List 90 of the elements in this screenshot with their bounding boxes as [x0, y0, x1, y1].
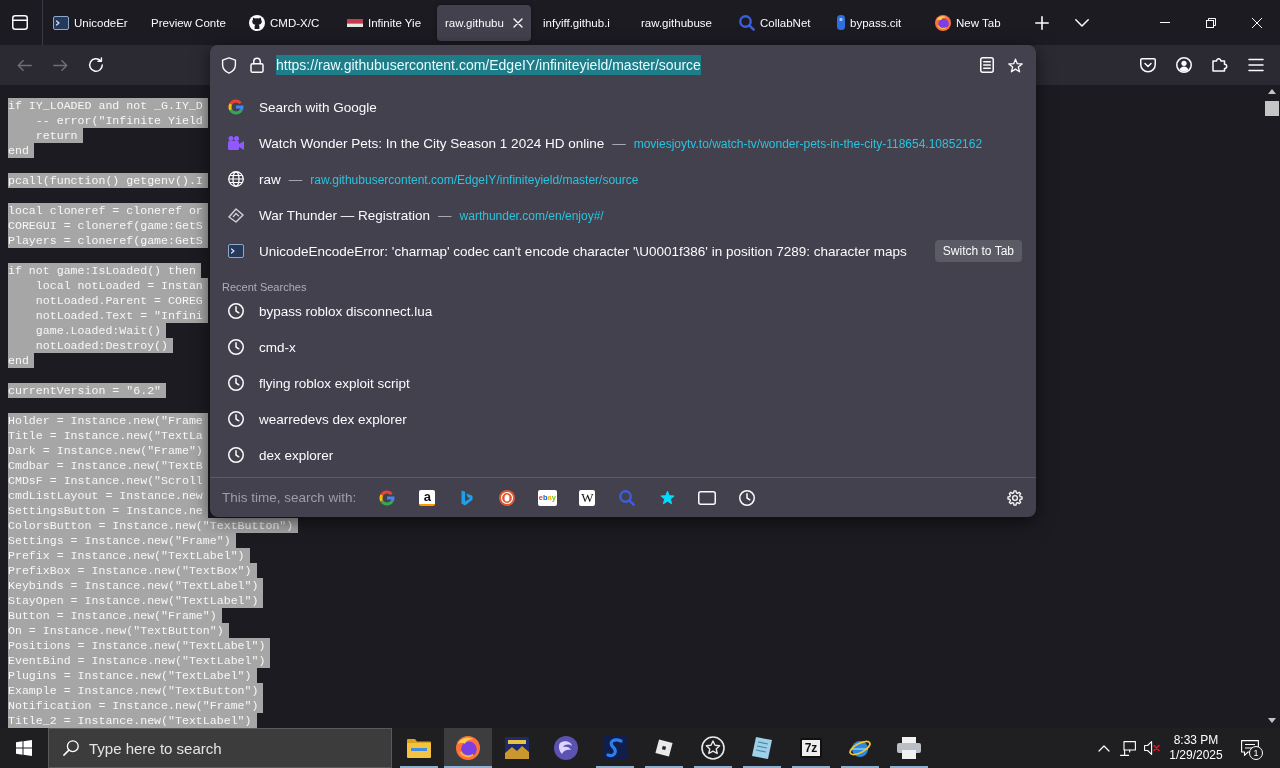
globe-icon [228, 171, 244, 187]
forward-icon [52, 59, 68, 71]
notepad-icon [751, 736, 773, 760]
suggestion-item[interactable]: Watch Wonder Pets: In the City Season 1 2024 HD online — moviesjoytv.to/watch-tv/wonder-pets-in-the-city-118654.10852162 [210, 125, 1036, 161]
terminal-icon [53, 15, 69, 30]
lock-icon [250, 57, 264, 73]
minimize-icon [1160, 22, 1170, 23]
muted-speaker-icon [1144, 741, 1160, 755]
notification-button[interactable]: 1 [1234, 728, 1266, 768]
star-icon [1007, 57, 1023, 73]
taskbar-app-button[interactable] [444, 728, 492, 768]
section-heading: Recent Searches [222, 281, 307, 293]
scroll-up-icon[interactable] [1267, 89, 1276, 94]
back-icon [16, 59, 32, 71]
close-icon [513, 17, 523, 28]
banner-icon [347, 18, 363, 27]
flame-globe-icon [935, 14, 951, 31]
clock-time[interactable]: 8:33 PM [1173, 733, 1219, 748]
browser-tab[interactable]: CollabNet [731, 4, 825, 41]
menu-icon [1248, 58, 1264, 72]
caret-icon [1075, 18, 1089, 27]
round-badge-icon [499, 489, 516, 506]
search-icon [63, 740, 79, 756]
browser-tab[interactable]: raw.githubuse [633, 4, 727, 41]
browser-tab[interactable]: UnicodeEr [45, 4, 139, 41]
flame-globe-icon [456, 736, 480, 760]
folder-icon [407, 738, 431, 758]
ribbon-icon [461, 489, 474, 506]
search-engine-button[interactable]: W [571, 481, 604, 514]
scrollbar-thumb[interactable] [1264, 101, 1279, 116]
caret-icon [1098, 744, 1110, 752]
clock-icon [228, 375, 244, 391]
round-logo-icon [249, 14, 265, 31]
history-item[interactable]: cmd-x [210, 329, 1036, 365]
pouch-icon [1140, 57, 1156, 73]
clock-icon [739, 489, 756, 506]
history-item[interactable]: dex explorer [210, 437, 1036, 473]
browser-tab[interactable]: raw.githubu [437, 4, 531, 41]
diamond-emblem-icon [228, 207, 244, 223]
restore-icon [1206, 17, 1216, 28]
swirl-icon [603, 736, 627, 760]
notification-badge: 1 [1249, 746, 1263, 760]
clock-icon [228, 339, 244, 355]
reader-view-icon [980, 57, 994, 73]
clock-icon [228, 303, 244, 319]
browser-tab[interactable]: Preview Conte [143, 4, 237, 41]
history-item[interactable]: bypass roblox disconnect.lua [210, 293, 1036, 329]
star-circle-icon [701, 736, 725, 760]
reload-icon [88, 57, 104, 73]
settings-icon [1007, 489, 1023, 506]
shield-icon [221, 56, 237, 74]
clock-icon [228, 411, 244, 427]
terminal-icon [228, 244, 244, 258]
search-engine-button[interactable]: a [411, 481, 444, 514]
switch-to-tab-button[interactable]: Switch to Tab [934, 240, 1022, 262]
clock-icon [228, 447, 244, 463]
puzzle-icon [1212, 58, 1228, 72]
browser-tab[interactable]: New Tab [927, 4, 1021, 41]
picture-icon [505, 737, 529, 759]
account-icon [1176, 57, 1192, 73]
browser-tab[interactable]: bypass.cit [829, 4, 923, 41]
tab-icon [698, 490, 717, 505]
clock-date[interactable]: 1/29/2025 [1169, 748, 1223, 763]
tray-icon [12, 15, 28, 30]
search-field[interactable]: Type here to search [48, 728, 392, 768]
suggestion-item[interactable]: Search with Google [210, 89, 1036, 125]
four-pane-icon [16, 740, 32, 756]
plus-icon [1035, 15, 1049, 30]
suggestion-item[interactable]: raw — raw.githubusercontent.com/EdgeIY/infiniteyield/master/source [210, 161, 1036, 197]
capsule-icon [837, 15, 845, 30]
suggestion-item[interactable]: UnicodeEncodeError: 'charmap' codec can't encode character '\U0001f386' in position 7289: character maps Switch to Tab [210, 233, 1036, 269]
browser-tab[interactable]: infyiff.github.i [535, 4, 629, 41]
network-icon [1120, 740, 1136, 756]
close-icon [1252, 17, 1262, 28]
notification-icon [1241, 740, 1259, 756]
g-logo-icon [228, 99, 244, 115]
search-with-label: This time, search with: [222, 490, 357, 505]
video-camera-icon [228, 136, 244, 150]
g-logo-icon [379, 489, 396, 506]
scroll-down-icon[interactable] [1267, 718, 1276, 723]
suggestion-item[interactable]: War Thunder — Registration — warthunder.com/en/enjoy#/ [210, 197, 1036, 233]
browser-tab[interactable]: Infinite Yie [339, 4, 433, 41]
browser-tab[interactable]: CMD-X/C [241, 4, 335, 41]
magnifier-icon [619, 489, 636, 506]
history-item[interactable]: flying roblox exploit script [210, 365, 1036, 401]
star-icon [659, 490, 675, 505]
magnifier-icon [739, 14, 755, 31]
history-item[interactable]: wearredevs dex explorer [210, 401, 1036, 437]
sphere-icon [554, 736, 578, 760]
printer-icon [897, 737, 921, 759]
